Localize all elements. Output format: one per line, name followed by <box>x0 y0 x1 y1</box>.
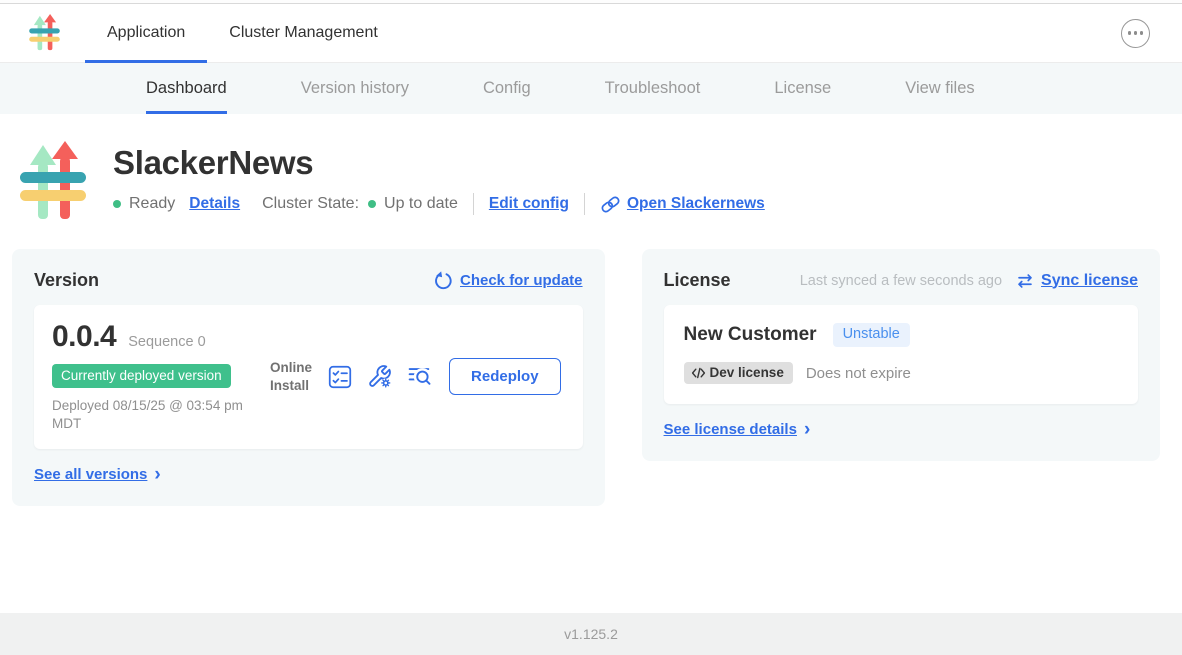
cluster-state-label: Cluster State: <box>262 195 359 213</box>
details-link[interactable]: Details <box>189 195 240 213</box>
ellipsis-icon <box>1128 31 1132 35</box>
app-footer: v1.125.2 <box>0 613 1182 655</box>
app-logo-icon <box>28 14 61 52</box>
license-expiry: Does not expire <box>806 365 911 382</box>
open-app-link[interactable]: Open Slackernews <box>627 195 765 213</box>
deployed-status-badge: Currently deployed version <box>52 364 231 388</box>
subnav-tab-view-files[interactable]: View files <box>905 63 974 114</box>
edit-config-link[interactable]: Edit config <box>489 195 569 213</box>
see-license-details-link[interactable]: See license details <box>664 421 797 438</box>
sync-license-link[interactable]: Sync license <box>1041 272 1138 290</box>
dashboard-main: SlackerNews Ready Details Cluster State:… <box>0 114 1182 613</box>
app-status-label: Ready <box>129 195 175 213</box>
subnav-tab-version-history[interactable]: Version history <box>301 63 409 114</box>
app-status-row: Ready Details Cluster State: Up to date … <box>113 193 765 215</box>
app-header: Application Cluster Management <box>0 4 1182 63</box>
subnav-tab-license[interactable]: License <box>774 63 831 114</box>
tab-application-label: Application <box>107 24 185 42</box>
channel-badge: Unstable <box>833 323 910 347</box>
customer-name: New Customer <box>684 324 817 346</box>
app-subnav: Dashboard Version history Config Trouble… <box>0 63 1182 114</box>
app-logo-large-icon <box>20 141 86 223</box>
chevron-right-icon: › <box>804 420 810 439</box>
subnav-tab-troubleshoot[interactable]: Troubleshoot <box>605 63 701 114</box>
version-number: 0.0.4 <box>52 320 116 354</box>
subnav-tab-config[interactable]: Config <box>483 63 531 114</box>
license-detail-panel: New Customer Unstable Dev license Does n… <box>664 305 1138 404</box>
license-card-title: License <box>664 270 731 291</box>
license-card: License Last synced a few seconds ago Sy… <box>642 249 1160 461</box>
subnav-tab-dashboard[interactable]: Dashboard <box>146 63 227 114</box>
view-logs-icon[interactable] <box>407 364 432 389</box>
tab-application[interactable]: Application <box>85 4 207 62</box>
version-card: Version Check for update 0.0.4 Sequence … <box>12 249 605 506</box>
app-head: SlackerNews Ready Details Cluster State:… <box>20 141 1182 223</box>
version-card-title: Version <box>34 270 99 291</box>
refresh-icon <box>433 271 452 290</box>
page-title: SlackerNews <box>113 144 765 182</box>
install-type-label: Online Install <box>270 359 312 394</box>
divider <box>473 193 474 215</box>
sync-icon <box>1016 272 1034 290</box>
config-wrench-icon[interactable] <box>367 364 392 389</box>
cluster-state-dot <box>368 200 376 208</box>
console-version: v1.125.2 <box>564 626 618 642</box>
license-type-badge: Dev license <box>684 362 793 384</box>
chevron-right-icon: › <box>154 465 160 484</box>
divider <box>584 193 585 215</box>
dashboard-cards: Version Check for update 0.0.4 Sequence … <box>12 249 1160 506</box>
code-icon <box>691 367 706 379</box>
app-status-dot <box>113 200 121 208</box>
redeploy-button[interactable]: Redeploy <box>449 358 561 395</box>
last-synced-text: Last synced a few seconds ago <box>800 273 1002 289</box>
preflight-checks-icon[interactable] <box>327 364 352 389</box>
more-options-button[interactable] <box>1121 19 1150 48</box>
top-nav: Application Cluster Management <box>85 4 400 62</box>
current-version-panel: 0.0.4 Sequence 0 Currently deployed vers… <box>34 305 583 449</box>
cluster-state-value: Up to date <box>384 195 458 213</box>
tab-cluster-management-label: Cluster Management <box>229 24 378 42</box>
deployed-timestamp: Deployed 08/15/25 @ 03:54 pm MDT <box>52 397 266 433</box>
check-for-update-link[interactable]: Check for update <box>460 272 583 289</box>
version-sequence: Sequence 0 <box>128 334 205 350</box>
link-icon <box>600 194 621 215</box>
open-app-group: Open Slackernews <box>600 194 765 215</box>
tab-cluster-management[interactable]: Cluster Management <box>207 4 400 62</box>
see-all-versions-link[interactable]: See all versions <box>34 466 147 483</box>
sync-license-group: Sync license <box>1016 272 1138 290</box>
version-actions: Online Install <box>270 358 565 395</box>
check-for-update-group: Check for update <box>433 271 583 290</box>
